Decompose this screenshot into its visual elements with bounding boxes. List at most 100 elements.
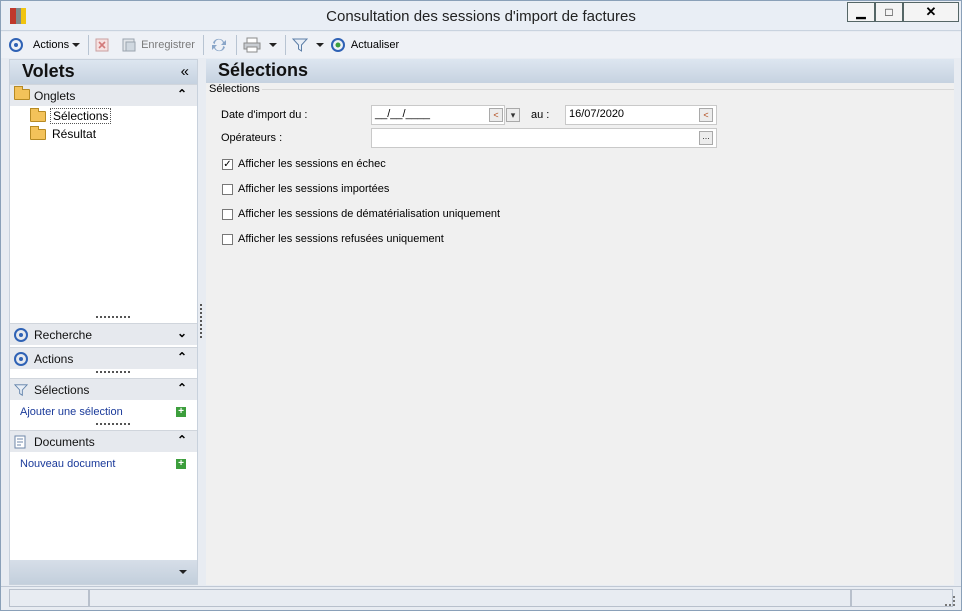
chevron-up-icon[interactable]: ⌃ [177,381,187,395]
add-icon[interactable]: + [176,459,186,469]
section-onglets[interactable]: Onglets ⌃ [10,84,197,106]
panel-splitter[interactable] [200,304,202,338]
chevron-up-icon[interactable]: ⌃ [177,433,187,447]
folder-icon [14,86,30,100]
sync-icon [211,38,226,52]
maximize-button[interactable]: □ [875,2,903,22]
tree-item-label: Résultat [52,127,97,141]
chevron-down-icon [72,43,81,47]
chevron-down-icon[interactable] [315,43,324,47]
actions-dropdown[interactable]: Actions [33,34,81,56]
refresh-label: Actualiser [350,39,400,51]
side-panel-title: Volets [22,61,75,81]
checkbox-failed-sessions[interactable]: ✓ Afficher les sessions en échec [222,158,386,170]
actions-label: Actions [33,39,70,51]
group-divider [258,89,954,90]
delete-button[interactable] [95,34,109,56]
section-recherche-label: Recherche [34,328,93,342]
minimize-button[interactable]: ▁ [847,2,875,22]
section-actions[interactable]: Actions ⌃ [10,347,197,369]
toolbar-separator [88,35,90,55]
status-cell [9,589,89,607]
date-from-label: Date d'import du : [221,109,308,121]
checkbox[interactable] [222,208,233,220]
section-documents-label: Documents [34,435,95,449]
delete-icon [95,38,109,52]
save-icon [122,38,136,52]
target-icon [14,328,28,342]
checkbox-label: Afficher les sessions importées [238,183,390,195]
resize-grip[interactable] [96,371,130,374]
add-selection-link[interactable]: Ajouter une sélection + [20,406,190,422]
checkbox-imported-sessions[interactable]: Afficher les sessions importées [222,183,389,195]
chevron-down-icon[interactable] [179,570,187,574]
checkbox[interactable]: ✓ [222,158,233,170]
save-button[interactable]: Enregistrer [121,34,195,56]
chevron-down-icon[interactable]: ▾ [506,108,520,122]
side-panel-footer [10,560,197,584]
title-bar: Consultation des sessions d'import de fa… [1,1,961,31]
print-button[interactable] [243,34,277,56]
filter-icon [291,38,308,52]
toolbar-separator [202,35,204,55]
toolbar-separator [284,35,286,55]
section-selections-label: Sélections [34,383,90,397]
new-document-link[interactable]: Nouveau document + [20,458,190,474]
resize-grip[interactable] [96,423,130,426]
toolbar: Actions Enregistrer Actualiser [1,32,961,58]
checkbox-label: Afficher les sessions de dématérialisati… [238,208,501,220]
side-panel-header: Volets « [10,60,197,84]
filter-icon [14,384,28,397]
resize-grip[interactable] [96,316,130,319]
target-icon [9,38,23,52]
toolbar-separator [235,35,237,55]
checkbox-dematerialisation-sessions[interactable]: Afficher les sessions de dématérialisati… [222,208,500,220]
checkbox-label: Afficher les sessions en échec [238,158,386,170]
date-to-field[interactable]: 16/07/2020 [565,105,717,125]
open-folder-icon [30,107,46,122]
browse-button[interactable]: ... [699,131,713,145]
tree-item-resultat[interactable]: Résultat [30,125,98,142]
document-icon [14,435,26,449]
section-documents[interactable]: Documents ⌃ [10,430,197,452]
status-bar [1,586,961,610]
folder-icon [30,125,46,140]
close-button[interactable]: ✕ [903,2,959,22]
section-selections[interactable]: Sélections ⌃ [10,378,197,400]
status-cell [89,589,851,607]
new-document-label: Nouveau document [20,458,116,470]
selections-form: Sélections Date d'import du : __/__/____… [206,83,954,585]
add-selection-label: Ajouter une sélection [20,406,123,418]
side-panel: Volets « Onglets ⌃ Sélections Résultat R… [9,59,198,585]
date-clear-icon[interactable]: < [489,108,503,122]
chevron-up-icon[interactable]: ⌃ [177,87,187,101]
actions-menu-button[interactable] [9,34,23,56]
chevron-down-icon[interactable] [268,43,277,47]
resize-grip-icon[interactable] [945,596,955,606]
checkbox[interactable] [222,183,233,195]
operators-label: Opérateurs : [221,132,283,144]
window-controls: ▁ □ ✕ [847,2,959,22]
chevron-up-icon[interactable]: ⌃ [177,350,187,364]
date-clear-icon[interactable]: < [699,108,713,122]
checkbox-refused-sessions[interactable]: Afficher les sessions refusées uniquemen… [222,233,444,245]
date-to-label: au : [531,109,550,121]
operators-field[interactable] [371,128,717,148]
date-from-field[interactable]: __/__/____ [371,105,505,125]
tree-item-label: Sélections [50,108,112,124]
section-recherche[interactable]: Recherche ⌄ [10,323,197,345]
filter-button[interactable] [291,34,324,56]
target-icon [14,352,28,366]
collapse-panel-icon[interactable]: « [181,63,189,80]
tree-item-selections[interactable]: Sélections [30,107,112,124]
status-cell [851,589,953,607]
checkbox[interactable] [222,233,233,245]
group-label: Sélections [209,83,262,95]
refresh-button[interactable]: Actualiser [330,34,399,56]
chevron-down-icon[interactable]: ⌄ [177,326,187,340]
main-header: Sélections [206,59,954,83]
add-icon[interactable]: + [176,407,186,417]
sync-button[interactable] [210,34,228,56]
app-window: Consultation des sessions d'import de fa… [0,0,962,611]
page-title: Sélections [218,60,309,80]
